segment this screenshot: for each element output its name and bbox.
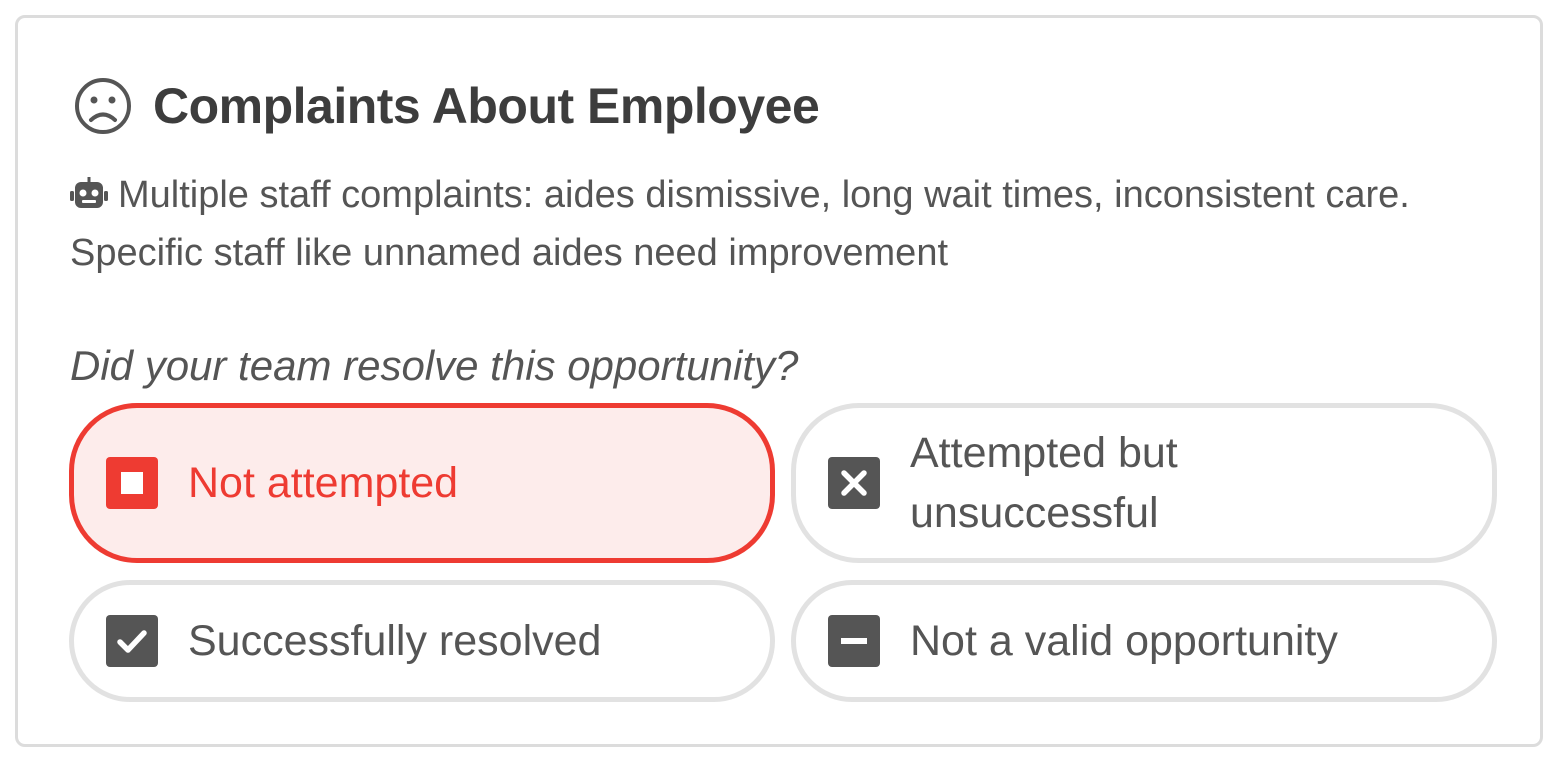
option-label: Not attempted bbox=[188, 459, 459, 507]
option-not-attempted[interactable]: Not attempted bbox=[69, 403, 775, 563]
option-successfully-resolved[interactable]: Successfully resolved bbox=[69, 580, 775, 702]
ai-summary: Multiple staff complaints: aides dismiss… bbox=[70, 166, 1470, 282]
frown-icon bbox=[73, 76, 133, 136]
option-label: Not a valid opportunity bbox=[910, 617, 1338, 665]
option-not-valid[interactable]: Not a valid opportunity bbox=[791, 580, 1497, 702]
card-header: Complaints About Employee bbox=[73, 76, 820, 136]
opportunity-card: Complaints About Employee Multiple staff… bbox=[15, 15, 1543, 747]
minus-square-icon bbox=[828, 615, 880, 667]
option-label: Attempted but unsuccessful bbox=[910, 429, 1178, 537]
x-square-icon bbox=[828, 457, 880, 509]
resolution-question: Did your team resolve this opportunity? bbox=[70, 342, 799, 389]
robot-icon bbox=[70, 168, 108, 208]
summary-text: Multiple staff complaints: aides dismiss… bbox=[70, 174, 1410, 274]
option-attempted-unsuccessful[interactable]: Attempted but unsuccessful bbox=[791, 403, 1497, 563]
check-square-icon bbox=[106, 615, 158, 667]
option-label: Successfully resolved bbox=[188, 617, 602, 665]
card-title: Complaints About Employee bbox=[153, 78, 820, 134]
stop-square-icon bbox=[106, 457, 158, 509]
